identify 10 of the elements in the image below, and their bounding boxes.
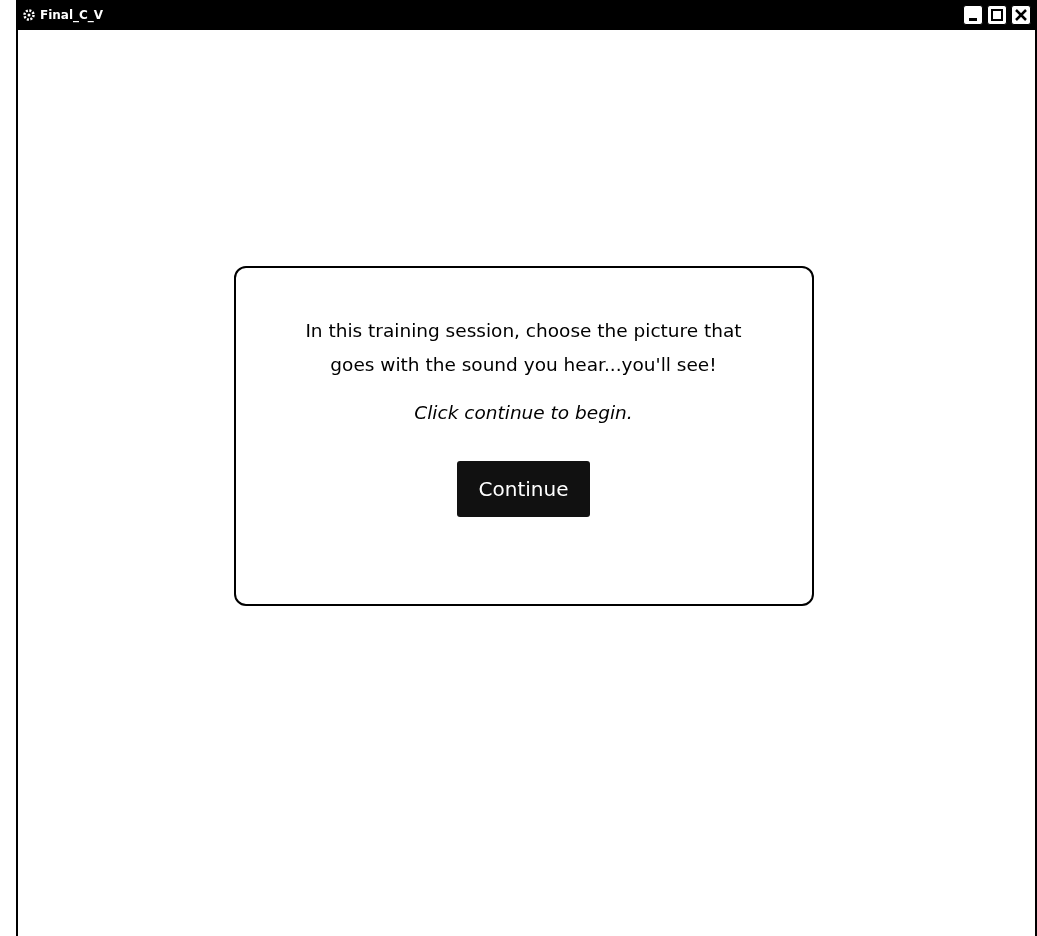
maximize-button[interactable] <box>987 5 1007 25</box>
instruction-text: Click continue to begin. <box>414 402 633 423</box>
close-button[interactable] <box>1011 5 1031 25</box>
continue-button[interactable]: Continue <box>456 461 591 517</box>
maximize-icon <box>988 6 1006 24</box>
gear-icon <box>22 8 36 22</box>
window-title: Final_C_V <box>40 8 104 22</box>
instruction-text: In this training session, choose the picture that goes with the sound you hear...you'll see! <box>304 319 743 377</box>
minimize-button[interactable] <box>963 5 983 25</box>
minimize-icon <box>969 17 977 21</box>
